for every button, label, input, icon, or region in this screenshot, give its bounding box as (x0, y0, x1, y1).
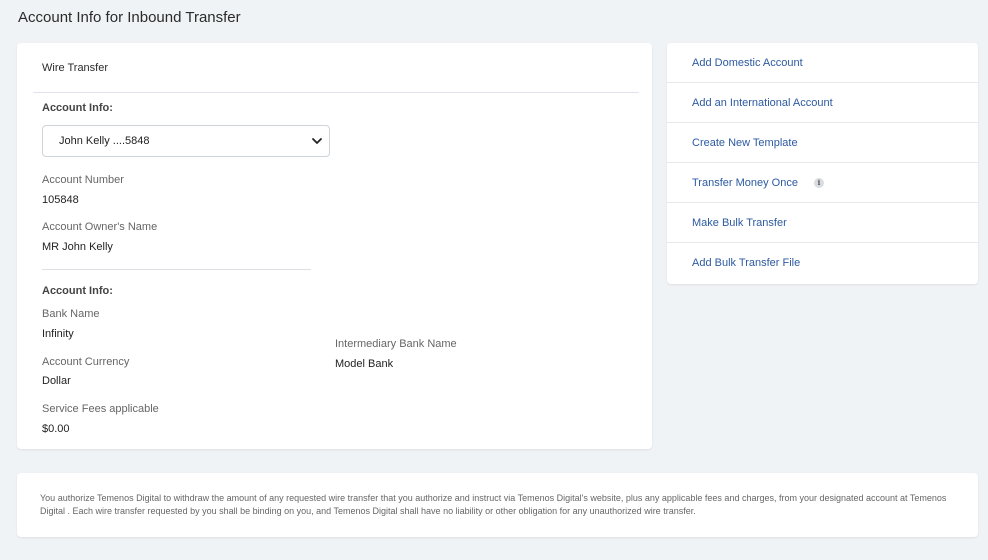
owner-name-label: Account Owner's Name (42, 221, 158, 233)
disclaimer-text: You authorize Temenos Digital to withdra… (40, 493, 947, 516)
bank-section-label: Account Info: (42, 285, 113, 297)
add-international-account-link[interactable]: Add an International Account (667, 83, 978, 123)
account-select[interactable]: John Kelly ....5848 (42, 125, 330, 157)
create-new-template-link[interactable]: Create New Template (667, 123, 978, 163)
account-currency-value: Dollar (42, 375, 71, 387)
quick-actions-panel: Add Domestic Account Add an Internationa… (667, 43, 978, 284)
info-icon[interactable]: i (813, 177, 824, 188)
add-bulk-transfer-file-link[interactable]: Add Bulk Transfer File (667, 243, 978, 283)
disclaimer-card: You authorize Temenos Digital to withdra… (17, 473, 978, 537)
service-fees-label: Service Fees applicable (42, 403, 159, 415)
side-item-label: Create New Template (692, 136, 798, 149)
intermediary-bank-label: Intermediary Bank Name (335, 338, 457, 350)
bank-name-value: Infinity (42, 328, 74, 340)
transfer-money-once-link[interactable]: Transfer Money Once i (667, 163, 978, 203)
bank-name-label: Bank Name (42, 308, 100, 320)
account-number-label: Account Number (42, 174, 124, 186)
service-fees-value: $0.00 (42, 423, 70, 435)
section-divider (42, 269, 311, 270)
account-select-value: John Kelly ....5848 (59, 135, 150, 147)
account-currency-label: Account Currency (42, 356, 130, 368)
header-divider (33, 92, 639, 93)
account-number-value: 105848 (42, 194, 79, 206)
make-bulk-transfer-link[interactable]: Make Bulk Transfer (667, 203, 978, 243)
add-domestic-account-link[interactable]: Add Domestic Account (667, 43, 978, 83)
side-item-label: Add Domestic Account (692, 56, 803, 69)
side-item-label: Transfer Money Once (692, 176, 798, 189)
side-item-label: Add an International Account (692, 96, 833, 109)
card-header: Wire Transfer (42, 62, 109, 74)
page-title: Account Info for Inbound Transfer (18, 9, 241, 26)
intermediary-bank-value: Model Bank (335, 358, 394, 370)
chevron-down-icon (312, 138, 322, 144)
side-item-label: Make Bulk Transfer (692, 216, 787, 229)
owner-name-value: MR John Kelly (42, 241, 113, 253)
account-info-card: Wire Transfer Account Info: John Kelly .… (17, 43, 652, 449)
account-section-label: Account Info: (42, 102, 113, 114)
side-item-label: Add Bulk Transfer File (692, 257, 801, 269)
